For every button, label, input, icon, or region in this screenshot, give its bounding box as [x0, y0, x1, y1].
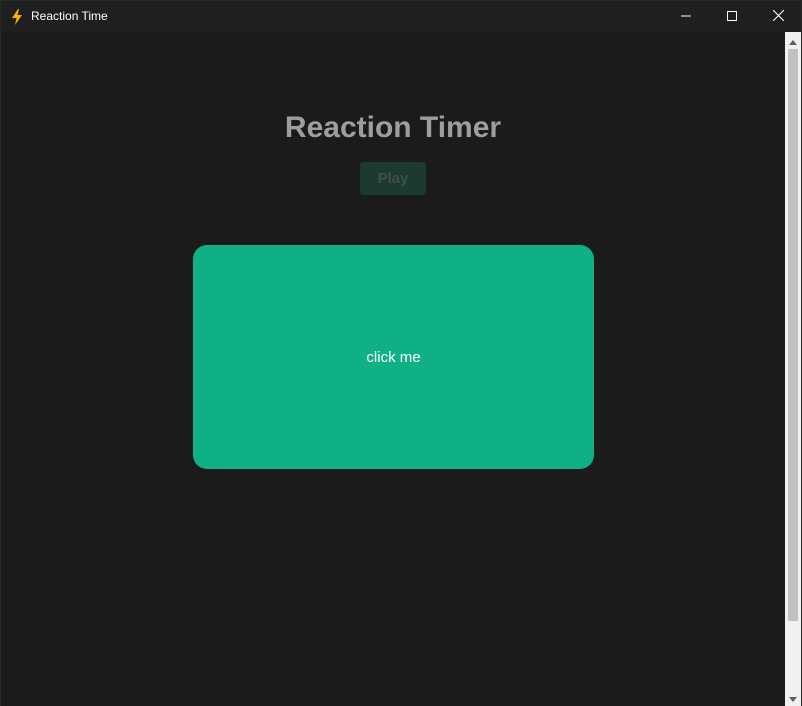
scroll-up-button[interactable]: [785, 32, 801, 49]
scroll-down-button[interactable]: [785, 689, 801, 706]
title-bar[interactable]: Reaction Time: [1, 1, 801, 32]
maximize-icon: [727, 8, 737, 26]
lightning-icon: [1, 1, 31, 32]
maximize-button[interactable]: [709, 1, 755, 32]
main-content: Reaction Timer Play click me: [1, 32, 785, 706]
page-title: Reaction Timer: [284, 111, 502, 144]
scroll-thumb[interactable]: [788, 49, 798, 621]
window-title: Reaction Time: [31, 9, 108, 23]
reaction-target[interactable]: click me: [193, 245, 594, 469]
minimize-button[interactable]: [663, 1, 709, 32]
window-controls: [663, 1, 801, 32]
vertical-scrollbar[interactable]: [785, 32, 801, 706]
scroll-down-icon: [789, 689, 797, 706]
minimize-icon: [681, 8, 691, 26]
app-window: Reaction Time Reaction Timer Play click …: [0, 0, 802, 706]
play-button[interactable]: Play: [360, 162, 426, 195]
scroll-up-icon: [789, 32, 797, 50]
close-button[interactable]: [755, 1, 801, 32]
target-label: click me: [366, 348, 421, 366]
close-icon: [772, 8, 784, 26]
